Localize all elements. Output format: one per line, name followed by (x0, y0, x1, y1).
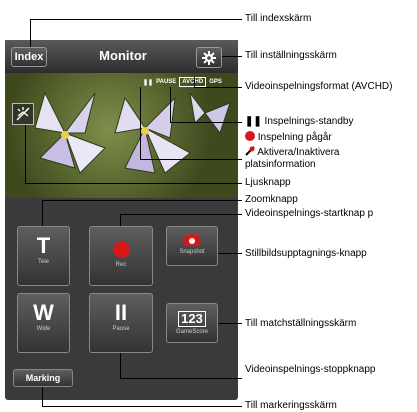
rec-label: Rec (115, 262, 127, 268)
gps-badge: GPS (209, 79, 222, 85)
gamescore-button[interactable]: 123 GameScore (166, 303, 218, 343)
callout-line (120, 214, 121, 226)
callout-recording: Inspelning pågår (245, 131, 332, 144)
gps-text: Aktivera/Inaktivera platsinformation (245, 147, 340, 170)
tele-label: Tele (37, 259, 49, 265)
tele-glyph: T (36, 233, 51, 258)
wide-label: Wide (36, 326, 51, 332)
pause-text: PAUSE (156, 79, 177, 85)
callout-line (42, 200, 242, 201)
recording-dot-icon (245, 131, 255, 141)
gamescore-glyph: 123 (178, 311, 206, 327)
callout-match: Till matchställningsskärm (245, 318, 357, 329)
callout-line (42, 387, 43, 406)
wide-glyph: W (33, 300, 54, 325)
callout-zoom: Zoomknapp (245, 194, 298, 205)
pause-glyph: II (114, 300, 128, 325)
standby-text: Inspelnings-standby (264, 116, 354, 127)
pause-button[interactable]: II Pause (89, 293, 153, 353)
callout-line (218, 323, 242, 324)
callout-line (170, 87, 171, 122)
callout-line (25, 125, 26, 183)
callout-line (42, 200, 43, 226)
callout-line (25, 183, 242, 184)
rec-button[interactable]: Rec (89, 226, 153, 286)
light-button[interactable] (12, 103, 34, 125)
screen-title: Monitor (99, 48, 147, 63)
callout-format: Videoinspelningsformat (AVCHD) (245, 81, 393, 92)
camera-icon (184, 234, 200, 246)
callout-gps: Aktivera/Inaktivera platsinformation (245, 146, 410, 171)
callout-line (222, 56, 242, 57)
callout-line (140, 159, 242, 160)
callout-light: Ljusknapp (245, 177, 291, 188)
pause-label: Pause (112, 326, 130, 332)
settings-button[interactable] (196, 47, 222, 68)
standby-icon: ❚❚ (245, 116, 265, 127)
rec-dot (112, 241, 130, 258)
callout-marking: Till markeringsskärm (245, 400, 337, 411)
callout-line (194, 77, 195, 87)
wide-button[interactable]: W Wide (17, 293, 70, 353)
gps-pin-icon (245, 146, 255, 156)
callout-standby: ❚❚ Inspelnings-standby (245, 116, 354, 128)
light-icon (16, 107, 30, 121)
recording-text: Inspelning pågår (257, 132, 332, 143)
callout-line (218, 253, 242, 254)
callout-line (30, 19, 31, 47)
gear-icon (202, 50, 216, 65)
format-badge: AVCHD (179, 77, 207, 87)
callout-stop: Videoinspelnings-stoppknapp (245, 364, 376, 375)
callout-snapshot: Stillbildsupptagnings-knapp (245, 248, 367, 259)
gamescore-label: GameScore (175, 329, 208, 335)
callout-line (120, 353, 121, 378)
callout-line (120, 214, 242, 215)
camera-viewfinder (5, 73, 238, 198)
status-bar: ❚❚ PAUSE AVCHD GPS (143, 77, 222, 87)
callout-line (140, 87, 141, 159)
callout-line (170, 122, 242, 123)
callout-line (30, 19, 242, 20)
snapshot-label: Snapshot (179, 249, 205, 255)
callout-line (42, 406, 242, 407)
index-button[interactable]: Index (11, 47, 47, 67)
flower-image (34, 91, 231, 174)
marking-button[interactable]: Marking (13, 369, 73, 387)
callout-start: Videoinspelnings-startknap p (245, 208, 374, 219)
callout-line (194, 87, 242, 88)
callout-settings: Till inställningsskärm (245, 50, 337, 61)
callout-line (120, 378, 242, 379)
pause-indicator: ❚❚ (143, 79, 154, 86)
snapshot-button[interactable]: Snapshot (166, 226, 218, 266)
tele-button[interactable]: T Tele (17, 226, 70, 286)
callout-index: Till indexskärm (245, 13, 312, 24)
